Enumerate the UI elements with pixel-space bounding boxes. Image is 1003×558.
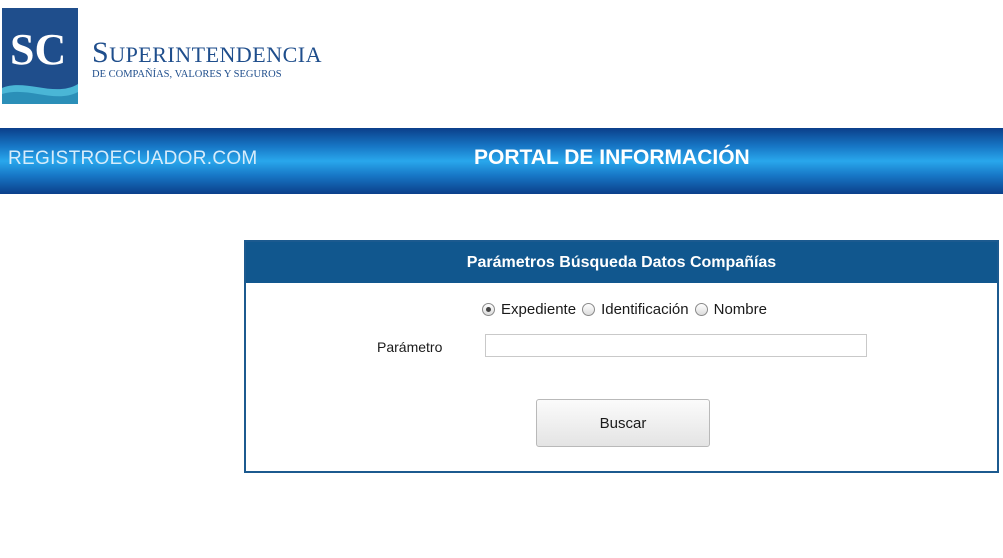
radio-expediente-label[interactable]: Expediente: [501, 301, 576, 318]
radio-nombre[interactable]: [694, 303, 708, 316]
parameter-input[interactable]: [485, 334, 867, 357]
logo-title: SUPERINTENDENCIA: [92, 36, 323, 69]
search-button[interactable]: Buscar: [536, 399, 710, 447]
panel-title: Parámetros Búsqueda Datos Compañías: [246, 242, 997, 283]
top-header: SC SUPERINTENDENCIA DE COMPAÑÍAS, VALORE…: [0, 0, 1003, 128]
site-name[interactable]: REGISTROECUADOR.COM: [8, 148, 258, 170]
radio-nombre-label[interactable]: Nombre: [714, 301, 767, 318]
radio-expediente[interactable]: [482, 303, 495, 316]
radio-identificacion-label[interactable]: Identificación: [601, 301, 689, 318]
superintendencia-logo[interactable]: SC SUPERINTENDENCIA DE COMPAÑÍAS, VALORE…: [0, 6, 330, 106]
sc-logo-icon: SC: [2, 8, 78, 104]
portal-title: PORTAL DE INFORMACIÓN: [474, 146, 750, 169]
logo-subtitle: DE COMPAÑÍAS, VALORES Y SEGUROS: [92, 69, 282, 80]
portal-banner: REGISTROECUADOR.COM PORTAL DE INFORMACIÓ…: [0, 128, 1003, 194]
search-type-group: Expediente Identificación Nombre: [482, 301, 773, 318]
radio-identificacion[interactable]: [582, 303, 596, 316]
search-panel: Parámetros Búsqueda Datos Compañías Expe…: [244, 240, 999, 473]
logo-mark: SC: [10, 25, 66, 74]
parameter-label: Parámetro: [377, 339, 443, 355]
